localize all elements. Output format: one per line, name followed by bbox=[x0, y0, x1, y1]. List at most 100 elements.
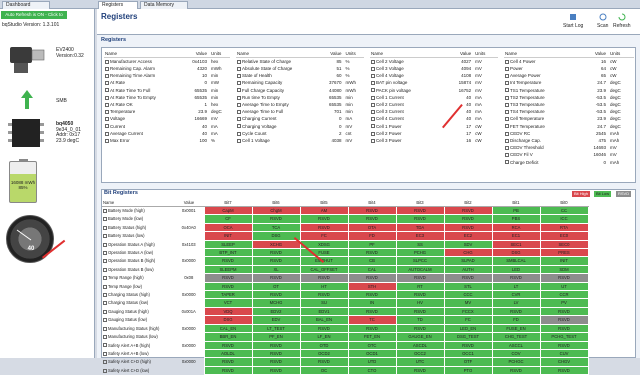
expand-toggle[interactable] bbox=[103, 276, 107, 281]
register-row[interactable]: Cell 1 Power 17 cW bbox=[370, 123, 498, 130]
checkbox[interactable] bbox=[505, 102, 509, 107]
checkbox[interactable] bbox=[505, 117, 509, 122]
scan-button[interactable]: Scan bbox=[597, 13, 608, 29]
checkbox[interactable] bbox=[237, 102, 241, 107]
register-row[interactable]: Cell 3 Power 16 cW bbox=[370, 137, 498, 144]
expand-toggle[interactable] bbox=[103, 242, 107, 247]
register-row[interactable]: Discharge Cap. 475 mAh bbox=[504, 137, 634, 144]
checkbox[interactable] bbox=[237, 74, 241, 79]
checkbox[interactable] bbox=[505, 153, 509, 158]
checkbox[interactable] bbox=[237, 124, 241, 129]
checkbox[interactable] bbox=[237, 81, 241, 86]
register-row[interactable]: TS2 Temperature -53.5 degC bbox=[504, 94, 634, 101]
expand-toggle[interactable] bbox=[103, 225, 107, 230]
checkbox[interactable] bbox=[505, 138, 509, 143]
register-row[interactable]: Remaining Time Alarm 10 min bbox=[104, 72, 230, 79]
register-row[interactable]: CEDV RC 2545 mAh bbox=[504, 130, 634, 137]
expand-toggle[interactable] bbox=[103, 284, 107, 289]
bit-row[interactable]: Battery Status (high) 0x40A0 OCA TCA RSVD OTA… bbox=[102, 222, 589, 233]
register-row[interactable]: Max Error 100% bbox=[104, 137, 230, 144]
checkbox[interactable] bbox=[105, 138, 109, 143]
checkbox[interactable] bbox=[237, 131, 241, 136]
checkbox[interactable] bbox=[237, 95, 241, 100]
register-row[interactable]: Average Power 65 cW bbox=[504, 72, 634, 79]
checkbox[interactable] bbox=[105, 124, 109, 129]
expand-toggle[interactable] bbox=[103, 209, 107, 214]
checkbox[interactable] bbox=[237, 138, 241, 143]
expand-toggle[interactable] bbox=[103, 301, 107, 306]
checkbox[interactable] bbox=[237, 59, 241, 64]
register-row[interactable]: At Rate OK 1 hex bbox=[104, 101, 230, 108]
register-row[interactable]: Absolute State of Charge 51% bbox=[236, 65, 364, 72]
checkbox[interactable] bbox=[371, 102, 375, 107]
register-row[interactable]: BAT pin voltage 15874 mV bbox=[370, 79, 498, 86]
expand-toggle[interactable] bbox=[103, 217, 107, 222]
bit-row[interactable]: Safety Alert C+D (low) RSVD RSVD OC CTO RSVD P… bbox=[102, 365, 589, 375]
checkbox[interactable] bbox=[371, 81, 375, 86]
checkbox[interactable] bbox=[105, 88, 109, 93]
register-row[interactable]: Cycle Count 2 cnt bbox=[236, 130, 364, 137]
checkbox[interactable] bbox=[505, 110, 509, 115]
start-log-button[interactable]: Start Log bbox=[563, 13, 583, 29]
register-row[interactable]: CEDV Fil V 16046 mV bbox=[504, 151, 634, 158]
register-row[interactable]: Cell 3 Voltage 4094 mV bbox=[370, 65, 498, 72]
checkbox[interactable] bbox=[505, 160, 509, 165]
checkbox[interactable] bbox=[505, 81, 509, 86]
expand-toggle[interactable] bbox=[103, 334, 107, 339]
bit-row[interactable]: Operation Status A (low) BTP_INT RSVD FUSE R… bbox=[102, 248, 589, 258]
bit-row[interactable]: Operation Status B (low) SLEEPM XL CAL_OFFS… bbox=[102, 264, 589, 275]
checkbox[interactable] bbox=[371, 59, 375, 64]
register-row[interactable]: Cell 3 Current 40 mA bbox=[370, 108, 498, 115]
register-row[interactable]: At Rate 0 mW bbox=[104, 79, 230, 86]
checkbox[interactable] bbox=[371, 138, 375, 143]
bit-row[interactable]: Battery Mode (high) 0x0001 CapM ChgM AM RSVD R… bbox=[102, 205, 589, 216]
register-row[interactable]: PACK pin voltage 16752 mV bbox=[370, 87, 498, 94]
checkbox[interactable] bbox=[371, 131, 375, 136]
tab-registers[interactable]: Registers bbox=[98, 1, 138, 9]
checkbox[interactable] bbox=[371, 74, 375, 79]
checkbox[interactable] bbox=[371, 66, 375, 71]
register-row[interactable]: Cell 1 Current 40 mA bbox=[370, 94, 498, 101]
checkbox[interactable] bbox=[237, 117, 241, 122]
register-row[interactable]: Average Time to Full 701 min bbox=[236, 108, 364, 115]
expand-toggle[interactable] bbox=[103, 292, 107, 297]
bit-row[interactable]: Temp Range (high) 0x08 RSVD RSVD RSVD RSVD RSV… bbox=[102, 273, 589, 283]
bit-row[interactable]: Safety Alert A+B (low) AOLDL RSVD OCD2 OCD1 O… bbox=[102, 348, 589, 359]
expand-toggle[interactable] bbox=[103, 360, 107, 365]
bit-row[interactable]: Gauging Status (high) 0x001A VDQ EDV2 EDV1 RS… bbox=[102, 306, 589, 317]
checkbox[interactable] bbox=[371, 88, 375, 93]
checkbox[interactable] bbox=[105, 59, 109, 64]
register-row[interactable]: CEDV Threshold 14693 mV bbox=[504, 144, 634, 151]
refresh-button[interactable]: Refresh bbox=[613, 13, 631, 29]
register-row[interactable]: Run time To Empty 65535 min bbox=[236, 94, 364, 101]
checkbox[interactable] bbox=[237, 66, 241, 71]
bit-row[interactable]: Safety Alert A+B (high) 0x0000 RSVD RSVD OTD… bbox=[102, 340, 589, 350]
register-row[interactable]: At Rate Time To Full 65535 min bbox=[104, 87, 230, 94]
bit-row[interactable]: Manufacturing Status (high) 0x0000 CAL_EN L… bbox=[102, 323, 589, 334]
register-row[interactable]: FET Temperature 24.7 degC bbox=[504, 123, 634, 130]
checkbox[interactable] bbox=[105, 131, 109, 136]
checkbox[interactable] bbox=[371, 110, 375, 115]
bit-row[interactable]: Manufacturing Status (low) BBR_EN PF_EN LF_… bbox=[102, 332, 589, 342]
register-row[interactable]: Cell Temperature 23.9 degC bbox=[504, 115, 634, 122]
checkbox[interactable] bbox=[505, 145, 509, 150]
bit-row[interactable]: Battery Mode (low) CF RSVD RSVD RSVD RSVD RSVD… bbox=[102, 214, 589, 224]
bit-row[interactable]: Temp Range (low) RSVD OT HT STH RT STL LT UT bbox=[102, 281, 589, 292]
checkbox[interactable] bbox=[505, 59, 509, 64]
register-row[interactable]: Relative State of Charge 85% bbox=[236, 58, 364, 66]
checkbox[interactable] bbox=[105, 81, 109, 86]
checkbox[interactable] bbox=[105, 95, 109, 100]
expand-toggle[interactable] bbox=[103, 250, 107, 255]
register-row[interactable]: Average Current 40 mA bbox=[104, 130, 230, 137]
bit-row[interactable]: Battery Status (low) INIT DSG FC FD EC3 EC2 EC1… bbox=[102, 231, 589, 241]
checkbox[interactable] bbox=[505, 88, 509, 93]
tab-dashboard[interactable]: Dashboard bbox=[2, 1, 50, 9]
tab-data-memory[interactable]: Data Memory bbox=[140, 1, 188, 9]
checkbox[interactable] bbox=[505, 124, 509, 129]
expand-toggle[interactable] bbox=[103, 234, 107, 239]
register-row[interactable]: Charge Deficit 0 mAh bbox=[504, 158, 634, 165]
register-row[interactable]: Average Time to Empty 65535 min bbox=[236, 101, 364, 108]
register-row[interactable]: Full Charge Capacity 44080 mWh bbox=[236, 87, 364, 94]
register-row[interactable]: Cell 4 Current 40 mA bbox=[370, 115, 498, 122]
bit-row[interactable]: Gauging Status (low) DSG EDV BAL_EN TC TD FC FD… bbox=[102, 315, 589, 325]
